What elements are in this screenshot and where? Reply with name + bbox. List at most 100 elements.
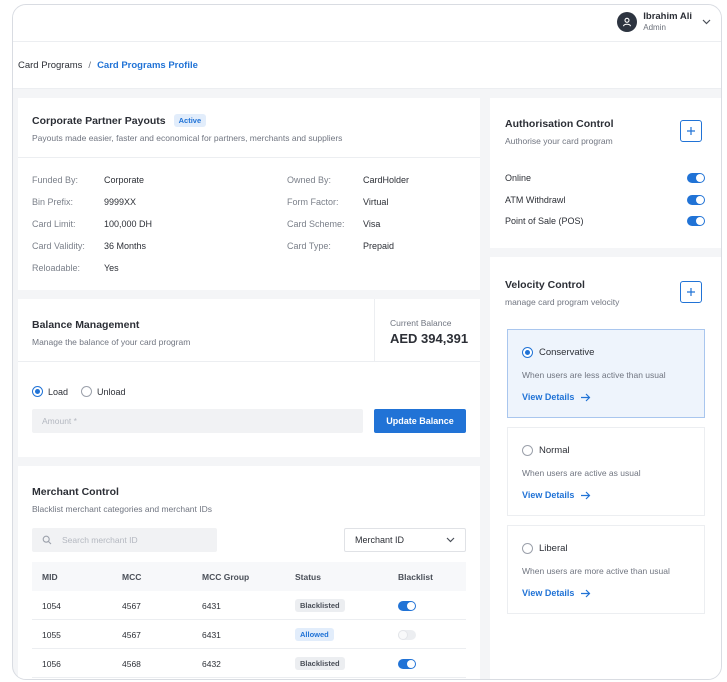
add-velocity-button[interactable] (680, 281, 702, 303)
cell-mid: 1054 (42, 600, 61, 611)
table-header: MID MCC MCC Group Status Blacklist (32, 562, 466, 591)
merchant-filter-select[interactable]: Merchant ID (344, 528, 466, 552)
chevron-down-icon[interactable] (702, 19, 711, 25)
program-details-card: Corporate Partner Payouts Active Payouts … (18, 98, 480, 290)
plus-icon (687, 288, 695, 296)
velocity-option-name: Conservative (539, 347, 595, 358)
atm-withdrawal-toggle[interactable] (687, 195, 705, 205)
detail-funded-by: Funded By: Corporate (32, 175, 145, 185)
column-header-blacklist: Blacklist (398, 571, 433, 582)
view-details-link[interactable]: View Details (522, 588, 591, 598)
velocity-title: Velocity Control (505, 279, 585, 291)
cell-mcc: 4567 (122, 629, 141, 640)
merchant-filter-value: Merchant ID (355, 535, 405, 545)
velocity-option-liberal[interactable]: Liberal When users are more active than … (507, 525, 705, 614)
detail-owned-by: Owned By: CardHolder (287, 175, 410, 185)
table-row: 1054 4567 6431 Blacklisted (32, 591, 466, 620)
merchant-subtitle: Blacklist merchant categories and mercha… (32, 504, 212, 514)
program-title: Corporate Partner Payouts (32, 115, 166, 127)
breadcrumb-current: Card Programs Profile (97, 59, 198, 71)
liberal-radio[interactable] (522, 543, 533, 554)
column-header-status: Status (295, 571, 321, 582)
status-badge: Blacklisted (295, 657, 345, 670)
authorisation-control-card: Authorisation Control Authorise your car… (490, 98, 721, 248)
merchant-table: MID MCC MCC Group Status Blacklist 1054 … (32, 562, 466, 679)
velocity-option-desc: When users are less active than usual (522, 370, 666, 380)
blacklist-toggle[interactable] (398, 600, 416, 611)
cell-mcc-group: 6432 (202, 658, 221, 669)
auth-item-label: ATM Withdrawl (505, 195, 566, 205)
detail-bin-prefix: Bin Prefix: 9999XX (32, 197, 137, 207)
blacklist-toggle[interactable] (398, 629, 416, 640)
avatar (617, 12, 638, 32)
top-bar: Ibrahim Ali Admin (13, 5, 721, 42)
cell-mcc: 4567 (122, 600, 141, 611)
balance-divider-vertical (374, 299, 375, 361)
cell-mcc-group: 6431 (202, 629, 221, 640)
velocity-option-desc: When users are more active than usual (522, 566, 670, 576)
auth-item-label: Online (505, 173, 532, 183)
cell-mcc: 4568 (122, 658, 141, 669)
current-balance-value: AED 394,391 (390, 331, 469, 346)
add-authorisation-button[interactable] (680, 120, 702, 142)
velocity-control-card: Velocity Control manage card program vel… (490, 257, 721, 679)
amount-placeholder: Amount * (42, 416, 77, 426)
unload-label: Unload (97, 386, 126, 397)
table-row: 1055 4567 6431 Allowed (32, 620, 466, 649)
breadcrumb-parent[interactable]: Card Programs (18, 60, 82, 71)
user-role: Admin (643, 23, 666, 32)
search-placeholder: Search merchant ID (62, 535, 138, 545)
detail-reloadable: Reloadable: Yes (32, 263, 119, 273)
user-menu[interactable]: Ibrahim Ali Admin (617, 11, 711, 33)
blacklist-toggle[interactable] (398, 658, 416, 669)
conservative-radio[interactable] (522, 347, 533, 358)
divider (18, 361, 480, 362)
balance-management-card: Balance Management Manage the balance of… (18, 299, 480, 457)
cell-mid: 1056 (42, 658, 61, 669)
velocity-subtitle: manage card program velocity (505, 297, 620, 307)
authorisation-title: Authorisation Control (505, 118, 614, 130)
arrow-right-icon (581, 589, 591, 597)
user-icon (623, 17, 632, 27)
auth-item-online: Online (505, 173, 705, 183)
unload-radio-option[interactable]: Unload (81, 386, 126, 397)
unload-radio[interactable] (81, 386, 92, 397)
merchant-title: Merchant Control (32, 486, 119, 498)
auth-item-label: Point of Sale (POS) (505, 216, 584, 226)
detail-card-limit: Card Limit: 100,000 DH (32, 219, 153, 229)
status-badge: Blacklisted (295, 599, 345, 612)
cell-mcc-group: 6431 (202, 600, 221, 611)
status-badge: Active (173, 114, 207, 127)
velocity-option-desc: When users are active as usual (522, 468, 641, 478)
pos-toggle[interactable] (687, 216, 705, 226)
detail-card-type: Card Type: Prepaid (287, 241, 395, 251)
current-balance-label: Current Balance (390, 318, 452, 328)
balance-subtitle: Manage the balance of your card program (32, 337, 191, 347)
breadcrumb-separator: / (88, 59, 92, 71)
breadcrumb: Card Programs / Card Programs Profile (13, 42, 721, 89)
authorisation-subtitle: Authorise your card program (505, 136, 613, 146)
velocity-option-normal[interactable]: Normal When users are active as usual Vi… (507, 427, 705, 516)
detail-card-scheme: Card Scheme: Visa (287, 219, 381, 229)
merchant-control-card: Merchant Control Blacklist merchant cate… (18, 466, 480, 679)
velocity-option-conservative[interactable]: Conservative When users are less active … (507, 329, 705, 418)
auth-item-atm: ATM Withdrawl (505, 195, 705, 205)
load-radio[interactable] (32, 386, 43, 397)
app-frame: Ibrahim Ali Admin Card Programs / Card P… (12, 4, 722, 680)
velocity-option-name: Normal (539, 445, 570, 456)
divider (18, 157, 480, 158)
load-radio-option[interactable]: Load (32, 386, 68, 397)
load-label: Load (48, 386, 69, 397)
amount-input[interactable]: Amount * (32, 409, 363, 433)
cell-mid: 1055 (42, 629, 61, 640)
view-details-link[interactable]: View Details (522, 490, 591, 500)
online-toggle[interactable] (687, 173, 705, 183)
view-details-link[interactable]: View Details (522, 392, 591, 402)
search-input[interactable]: Search merchant ID (32, 528, 217, 552)
update-balance-button[interactable]: Update Balance (374, 409, 466, 433)
balance-title: Balance Management (32, 319, 140, 331)
plus-icon (687, 127, 695, 135)
search-icon (42, 535, 52, 545)
program-subtitle: Payouts made easier, faster and economic… (32, 133, 343, 143)
normal-radio[interactable] (522, 445, 533, 456)
